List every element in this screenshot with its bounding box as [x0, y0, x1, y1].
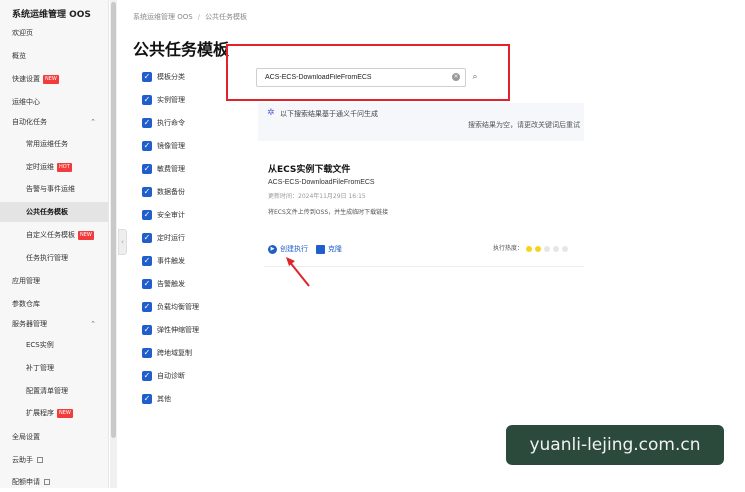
external-link-icon: [37, 457, 43, 463]
checkbox-checked-icon[interactable]: ✓: [142, 371, 152, 381]
sidebar-scrollbar[interactable]: [110, 0, 117, 488]
sidebar-item-public-templates[interactable]: 公共任务模板: [0, 202, 108, 222]
template-name: ACS-ECS-DownloadFileFromECS: [268, 179, 375, 186]
checkbox-checked-icon[interactable]: ✓: [142, 210, 152, 220]
sidebar-item-ops-center[interactable]: 运维中心: [0, 92, 108, 112]
arrow-head: [286, 257, 295, 266]
sidebar-item-inventory[interactable]: 配置清单管理: [0, 381, 108, 401]
sidebar-collapse-handle[interactable]: ‹: [118, 229, 127, 255]
ai-notice-text: 以下搜索结果基于通义千问生成: [280, 110, 378, 118]
ai-result-panel: ✲ 以下搜索结果基于通义千问生成 搜索结果为空，请更改关键词后重试: [258, 103, 584, 141]
sidebar-item-ecs-instances[interactable]: ECS实例: [0, 335, 108, 355]
heat-dot: [544, 245, 551, 252]
checkbox-checked-icon[interactable]: ✓: [142, 348, 152, 358]
checkbox-checked-icon[interactable]: ✓: [142, 95, 152, 105]
clone-button[interactable]: 克隆: [316, 243, 342, 255]
search-box[interactable]: ×: [256, 68, 466, 87]
checkbox-checked-icon[interactable]: ✓: [142, 141, 152, 151]
checkbox-checked-icon[interactable]: ✓: [142, 164, 152, 174]
annotation-arrow: [286, 257, 310, 287]
empty-result-text: 搜索结果为空，请更改关键词后重试: [468, 121, 580, 129]
breadcrumb: 系统运维管理 OOS / 公共任务模板: [133, 12, 247, 22]
search-input[interactable]: [257, 69, 449, 86]
scrollbar-thumb[interactable]: [111, 2, 116, 438]
heat-dot: [562, 245, 569, 252]
chevron-up-icon: ⌃: [90, 118, 96, 126]
sidebar-item-scheduled-ops[interactable]: 定时运维 HOT: [0, 157, 108, 177]
sidebar-item-custom-templates[interactable]: 自定义任务模板 NEW: [0, 225, 108, 245]
sidebar-item-app-mgmt[interactable]: 应用管理: [0, 271, 108, 291]
checkbox-checked-icon[interactable]: ✓: [142, 394, 152, 404]
template-updated-time: 更新时间：2024年11月29日 16:15: [268, 193, 366, 200]
breadcrumb-separator: /: [197, 13, 201, 21]
page-title: 公共任务模板: [133, 40, 230, 59]
arrow-shaft: [288, 260, 310, 287]
breadcrumb-root[interactable]: 系统运维管理 OOS: [133, 13, 193, 21]
new-badge: NEW: [57, 408, 73, 418]
sidebar-group-automation[interactable]: 自动化任务 ⌃: [0, 112, 108, 132]
hot-badge: HOT: [57, 162, 72, 172]
breadcrumb-current: 公共任务模板: [205, 13, 248, 21]
chevron-up-icon: ⌃: [90, 320, 96, 328]
new-badge: NEW: [43, 74, 59, 84]
execution-heat: 执行热度：: [493, 243, 569, 255]
clear-icon[interactable]: ×: [452, 73, 460, 81]
ai-sparkle-icon: ✲: [267, 108, 275, 118]
template-description: 将ECS文件上传到OSS，并生成临时下载链接: [268, 209, 389, 216]
checkbox-checked-icon[interactable]: ✓: [142, 302, 152, 312]
sidebar-item-overview[interactable]: 概览: [0, 46, 108, 66]
template-card: 从ECS实例下载文件 ACS-ECS-DownloadFileFromECS 更…: [258, 153, 584, 268]
sidebar-item-welcome[interactable]: 欢迎页: [0, 23, 108, 43]
heat-dot: [535, 245, 542, 252]
sidebar-item-patch-mgmt[interactable]: 补丁管理: [0, 358, 108, 378]
sidebar-item-extensions[interactable]: 扩展程序 NEW: [0, 403, 108, 423]
sidebar-item-global-settings[interactable]: 全局设置: [0, 427, 108, 447]
watermark: yuanli-lejing.com.cn: [506, 425, 724, 465]
search-icon[interactable]: ⌕: [469, 71, 481, 83]
checkbox-checked-icon[interactable]: ✓: [142, 187, 152, 197]
template-title[interactable]: 从ECS实例下载文件: [268, 162, 350, 175]
clone-icon: [316, 244, 325, 254]
sidebar-item-quick-setup[interactable]: 快速设置 NEW: [0, 69, 108, 89]
checkbox-checked-icon[interactable]: ✓: [142, 118, 152, 128]
checkbox-checked-icon[interactable]: ✓: [142, 325, 152, 335]
sidebar-title: 系统运维管理 OOS: [12, 10, 91, 20]
sidebar-group-server-mgmt[interactable]: 服务器管理 ⌃: [0, 314, 108, 334]
sidebar-item-cloud-assistant[interactable]: 云助手: [0, 450, 108, 470]
sidebar-item-execution-mgmt[interactable]: 任务执行管理: [0, 248, 108, 268]
new-badge: NEW: [78, 230, 94, 240]
chevron-left-icon: ‹: [121, 238, 124, 246]
checkbox-checked-icon[interactable]: ✓: [142, 72, 152, 82]
sidebar-item-quota[interactable]: 配额申请: [0, 472, 108, 492]
heat-dot: [526, 245, 533, 252]
sidebar-item-parameter-store[interactable]: 参数仓库: [0, 294, 108, 314]
sidebar: 系统运维管理 OOS 欢迎页 概览 快速设置 NEW 运维中心 自动化任务 ⌃ 常用…: [0, 0, 109, 488]
checkbox-checked-icon[interactable]: ✓: [142, 233, 152, 243]
checkbox-checked-icon[interactable]: ✓: [142, 256, 152, 266]
external-link-icon: [44, 479, 50, 485]
sidebar-item-alarm-event-ops[interactable]: 告警与事件运维: [0, 179, 108, 199]
play-icon: ▶: [268, 244, 277, 254]
heat-dot: [553, 245, 560, 252]
sidebar-item-common-tasks[interactable]: 常用运维任务: [0, 134, 108, 154]
checkbox-checked-icon[interactable]: ✓: [142, 279, 152, 289]
heat-rating: [523, 245, 569, 252]
